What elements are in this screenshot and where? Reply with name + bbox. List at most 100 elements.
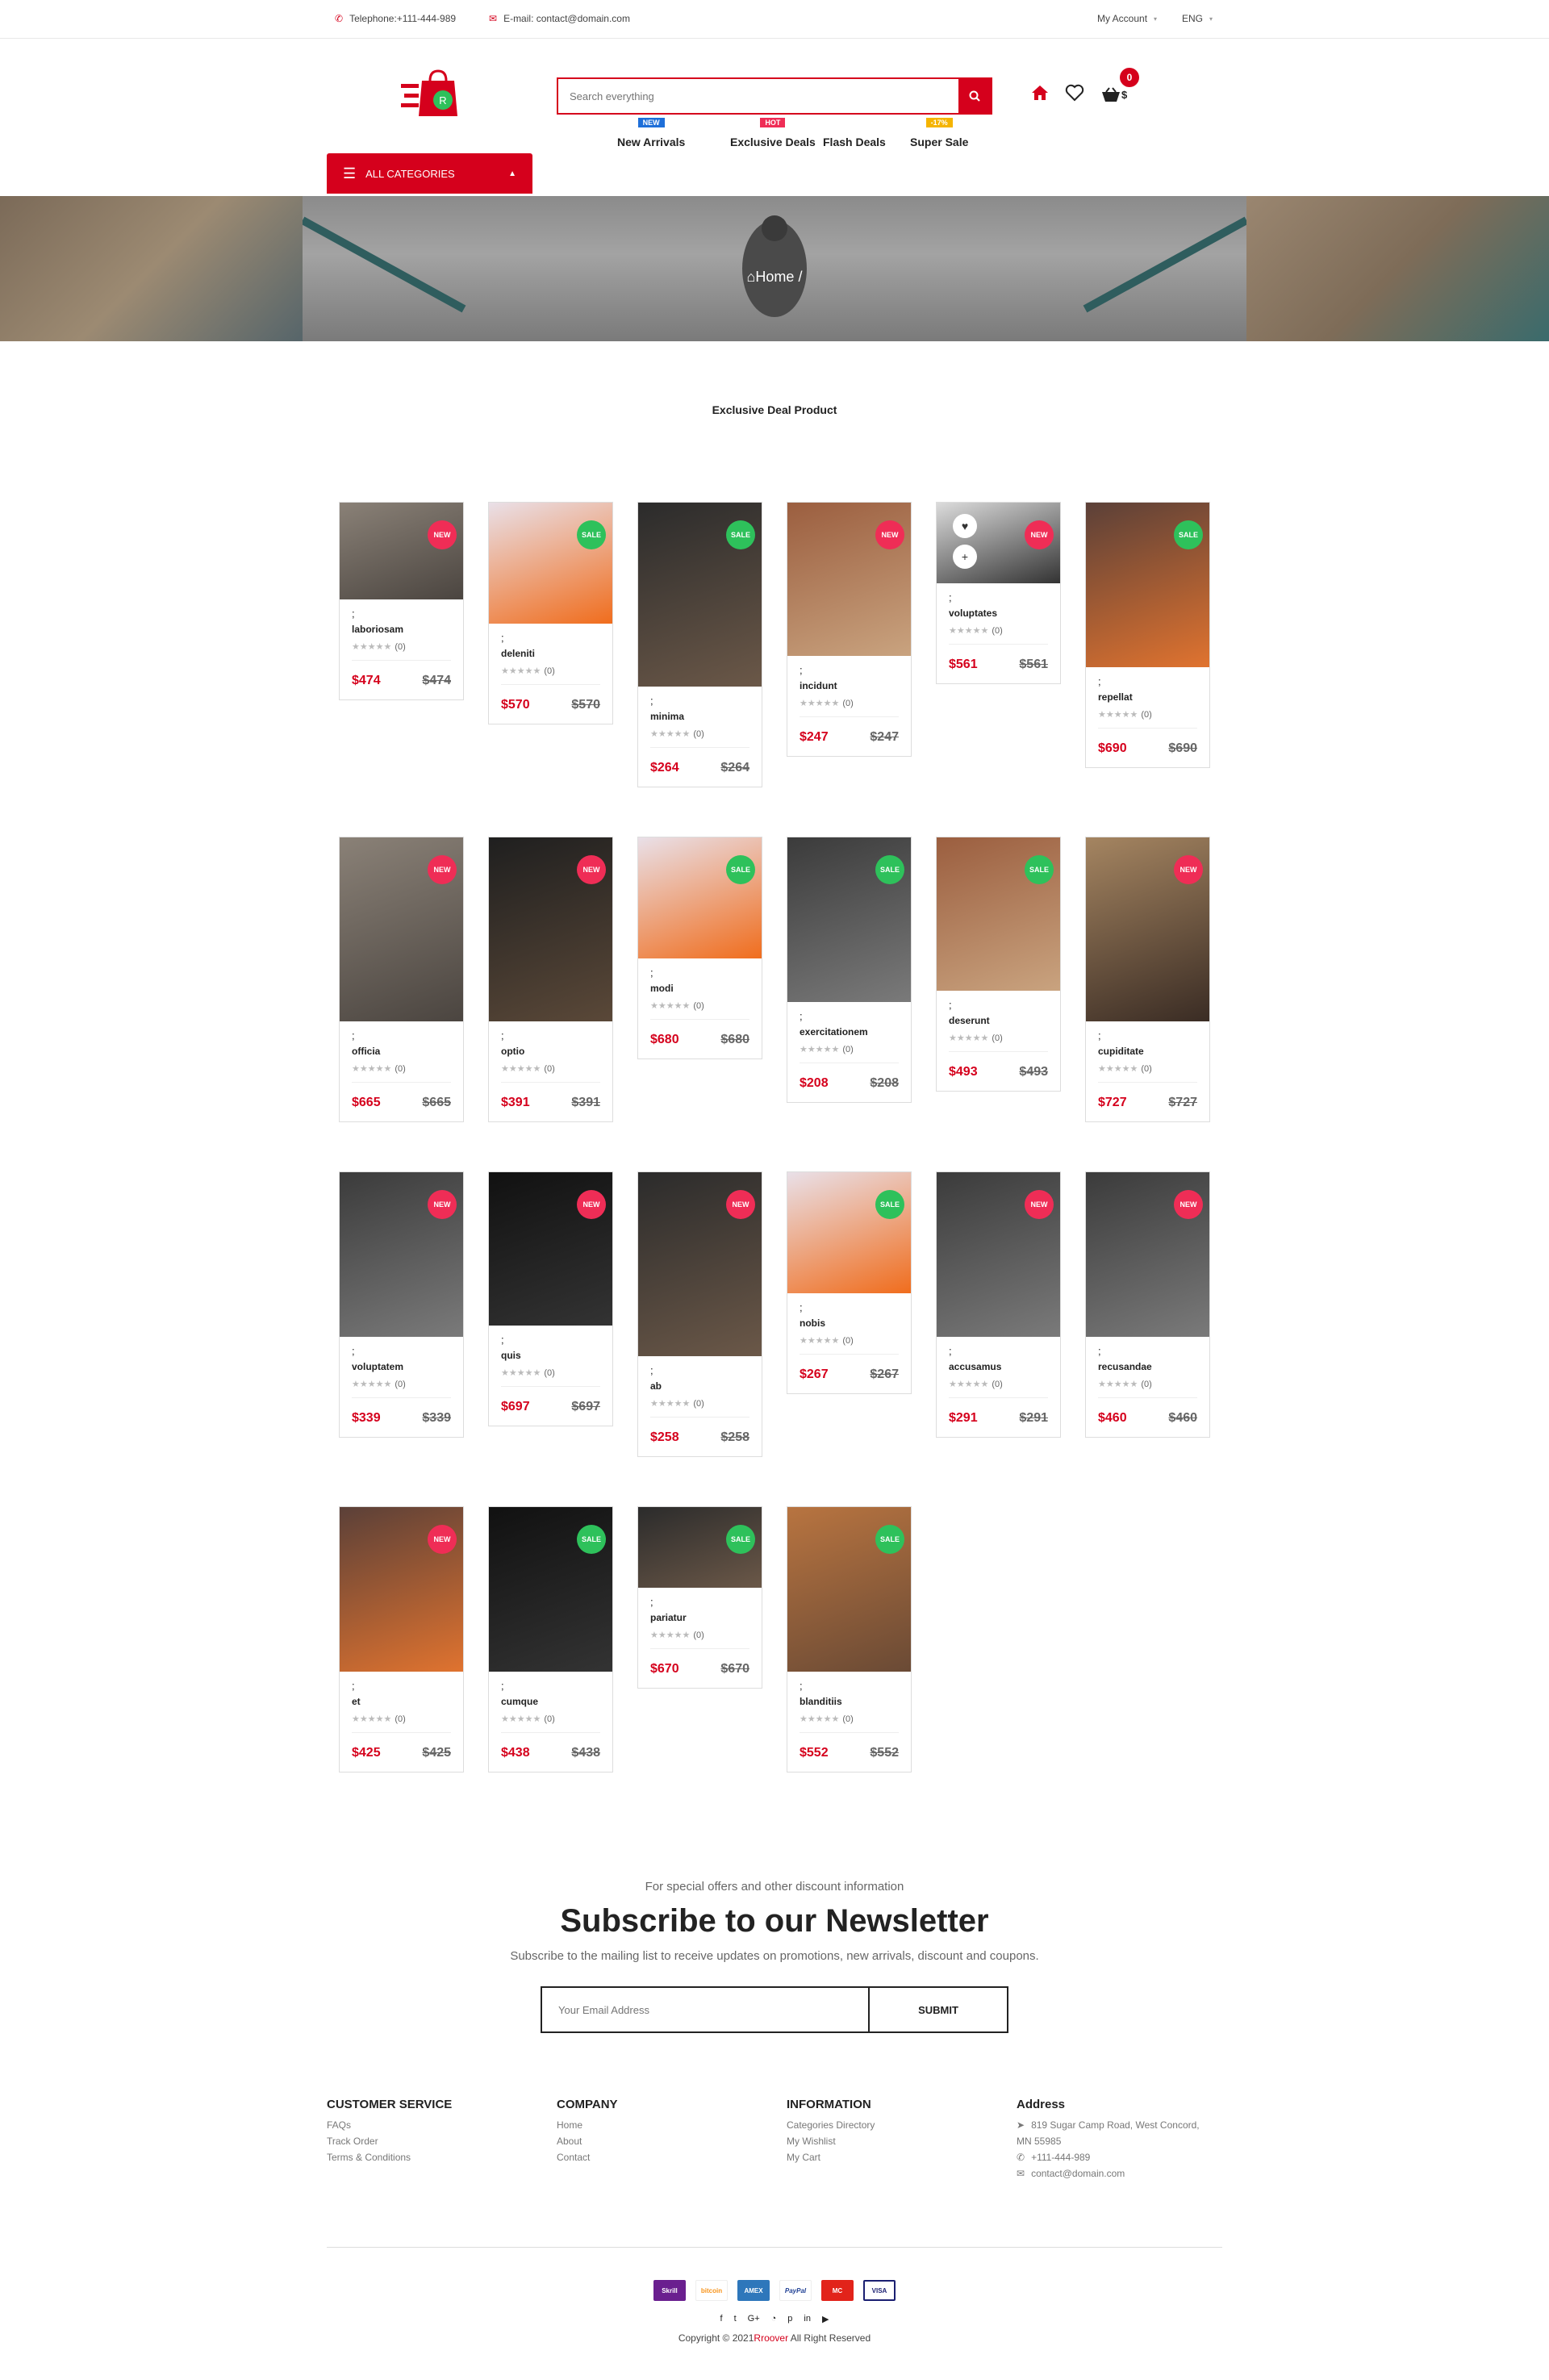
- footer-link-cart[interactable]: My Cart: [787, 2152, 1012, 2163]
- product-image[interactable]: SALE: [787, 1507, 911, 1672]
- product-card[interactable]: SALE; minima ★★★★★ (0) $264 $264: [637, 502, 762, 787]
- product-card[interactable]: NEW; laboriosam ★★★★★ (0) $474 $474: [339, 502, 464, 700]
- home-icon[interactable]: ⌂: [747, 269, 756, 285]
- product-card[interactable]: NEW; officia ★★★★★ (0) $665 $665: [339, 837, 464, 1122]
- product-name[interactable]: officia: [352, 1046, 451, 1057]
- address-email[interactable]: contact@domain.com: [1031, 2168, 1125, 2179]
- footer-link-faqs[interactable]: FAQs: [327, 2119, 553, 2131]
- account-dropdown[interactable]: My Account ▾: [1097, 13, 1157, 24]
- product-card[interactable]: NEW; accusamus ★★★★★ (0) $291 $291: [936, 1171, 1061, 1438]
- cart-icon[interactable]: $: [1100, 86, 1127, 103]
- product-image[interactable]: NEW ♥ +: [937, 503, 1060, 583]
- footer-link-track-order[interactable]: Track Order: [327, 2136, 553, 2147]
- product-image[interactable]: NEW: [1086, 837, 1209, 1021]
- product-image[interactable]: SALE: [787, 1172, 911, 1293]
- footer-link-home[interactable]: Home: [557, 2119, 783, 2131]
- product-name[interactable]: laboriosam: [352, 624, 451, 635]
- breadcrumb-home[interactable]: Home /: [755, 269, 802, 285]
- product-card[interactable]: SALE; deleniti ★★★★★ (0) $570 $570: [488, 502, 613, 724]
- language-dropdown[interactable]: ENG ▾: [1182, 13, 1213, 24]
- product-card[interactable]: SALE; deserunt ★★★★★ (0) $493 $493: [936, 837, 1061, 1092]
- product-name[interactable]: voluptates: [949, 608, 1048, 619]
- newsletter-submit-button[interactable]: SUBMIT: [870, 1988, 1007, 2031]
- product-card[interactable]: NEW; quis ★★★★★ (0) $697 $697: [488, 1171, 613, 1426]
- product-image[interactable]: NEW: [787, 503, 911, 656]
- product-image[interactable]: NEW: [937, 1172, 1060, 1337]
- product-image[interactable]: NEW: [340, 1507, 463, 1672]
- nav-item[interactable]: HOT Exclusive Deals: [730, 118, 816, 148]
- product-card[interactable]: NEW ♥ +; voluptates ★★★★★ (0) $561 $561: [936, 502, 1061, 684]
- nav-item[interactable]: Flash Deals: [823, 129, 886, 148]
- product-image[interactable]: SALE: [1086, 503, 1209, 667]
- product-image[interactable]: NEW: [638, 1172, 762, 1356]
- product-card[interactable]: NEW; optio ★★★★★ (0) $391 $391: [488, 837, 613, 1122]
- footer-link-contact[interactable]: Contact: [557, 2152, 783, 2163]
- newsletter-email-input[interactable]: [542, 1988, 870, 2031]
- product-card[interactable]: SALE; blanditiis ★★★★★ (0) $552 $552: [787, 1506, 912, 1772]
- product-name[interactable]: cumque: [501, 1696, 600, 1707]
- product-name[interactable]: incidunt: [800, 680, 899, 691]
- rss-icon[interactable]: ◔: [771, 2314, 777, 2324]
- product-image[interactable]: SALE: [489, 503, 612, 624]
- product-image[interactable]: SALE: [638, 503, 762, 687]
- product-card[interactable]: NEW; ab ★★★★★ (0) $258 $258: [637, 1171, 762, 1457]
- product-image[interactable]: SALE: [937, 837, 1060, 991]
- all-categories-button[interactable]: ☰ ALL CATEGORIES ▲: [327, 153, 532, 194]
- footer-link-wishlist[interactable]: My Wishlist: [787, 2136, 1012, 2147]
- product-card[interactable]: SALE; nobis ★★★★★ (0) $267 $267: [787, 1171, 912, 1394]
- product-name[interactable]: accusamus: [949, 1361, 1048, 1372]
- product-name[interactable]: optio: [501, 1046, 600, 1057]
- product-name[interactable]: repellat: [1098, 691, 1197, 703]
- home-icon[interactable]: [1031, 85, 1049, 105]
- heart-icon[interactable]: [1065, 84, 1084, 106]
- nav-item[interactable]: NEW New Arrivals: [617, 118, 685, 148]
- youtube-icon[interactable]: ▶: [822, 2314, 829, 2324]
- search-button[interactable]: [958, 79, 991, 113]
- plus-icon[interactable]: +: [953, 545, 977, 569]
- product-card[interactable]: NEW; voluptatem ★★★★★ (0) $339 $339: [339, 1171, 464, 1438]
- product-image[interactable]: NEW: [340, 837, 463, 1021]
- product-name[interactable]: blanditiis: [800, 1696, 899, 1707]
- logo[interactable]: R: [399, 69, 460, 119]
- product-image[interactable]: NEW: [489, 1172, 612, 1326]
- product-name[interactable]: minima: [650, 711, 749, 722]
- pinterest-icon[interactable]: p: [787, 2314, 792, 2324]
- product-card[interactable]: SALE; repellat ★★★★★ (0) $690 $690: [1085, 502, 1210, 768]
- product-name[interactable]: modi: [650, 983, 749, 994]
- product-card[interactable]: SALE; pariatur ★★★★★ (0) $670 $670: [637, 1506, 762, 1689]
- product-image[interactable]: NEW: [1086, 1172, 1209, 1337]
- product-card[interactable]: NEW; recusandae ★★★★★ (0) $460 $460: [1085, 1171, 1210, 1438]
- product-name[interactable]: voluptatem: [352, 1361, 451, 1372]
- product-image[interactable]: NEW: [340, 503, 463, 599]
- copyright-brand[interactable]: Rroover: [754, 2332, 788, 2344]
- product-card[interactable]: SALE; exercitationem ★★★★★ (0) $208 $208: [787, 837, 912, 1103]
- product-card[interactable]: SALE; modi ★★★★★ (0) $680 $680: [637, 837, 762, 1059]
- product-image[interactable]: NEW: [340, 1172, 463, 1337]
- linkedin-icon[interactable]: in: [804, 2314, 811, 2324]
- product-name[interactable]: nobis: [800, 1317, 899, 1329]
- google-plus-icon[interactable]: G+: [748, 2314, 760, 2324]
- nav-item[interactable]: -17% Super Sale: [910, 118, 968, 148]
- footer-link-about[interactable]: About: [557, 2136, 783, 2147]
- product-image[interactable]: NEW: [489, 837, 612, 1021]
- search-input[interactable]: [558, 79, 958, 113]
- twitter-icon[interactable]: t: [734, 2314, 737, 2324]
- product-name[interactable]: pariatur: [650, 1612, 749, 1623]
- product-name[interactable]: quis: [501, 1350, 600, 1361]
- product-image[interactable]: SALE: [638, 1507, 762, 1588]
- product-image[interactable]: SALE: [787, 837, 911, 1002]
- product-name[interactable]: deleniti: [501, 648, 600, 659]
- product-name[interactable]: deserunt: [949, 1015, 1048, 1026]
- product-image[interactable]: SALE: [638, 837, 762, 958]
- product-name[interactable]: et: [352, 1696, 451, 1707]
- product-name[interactable]: exercitationem: [800, 1026, 899, 1038]
- product-name[interactable]: recusandae: [1098, 1361, 1197, 1372]
- product-card[interactable]: NEW; incidunt ★★★★★ (0) $247 $247: [787, 502, 912, 757]
- heart-icon[interactable]: ♥: [953, 514, 977, 538]
- footer-link-categories[interactable]: Categories Directory: [787, 2119, 1012, 2131]
- product-name[interactable]: cupiditate: [1098, 1046, 1197, 1057]
- product-image[interactable]: SALE: [489, 1507, 612, 1672]
- footer-link-terms[interactable]: Terms & Conditions: [327, 2152, 553, 2163]
- product-name[interactable]: ab: [650, 1380, 749, 1392]
- product-card[interactable]: NEW; cupiditate ★★★★★ (0) $727 $727: [1085, 837, 1210, 1122]
